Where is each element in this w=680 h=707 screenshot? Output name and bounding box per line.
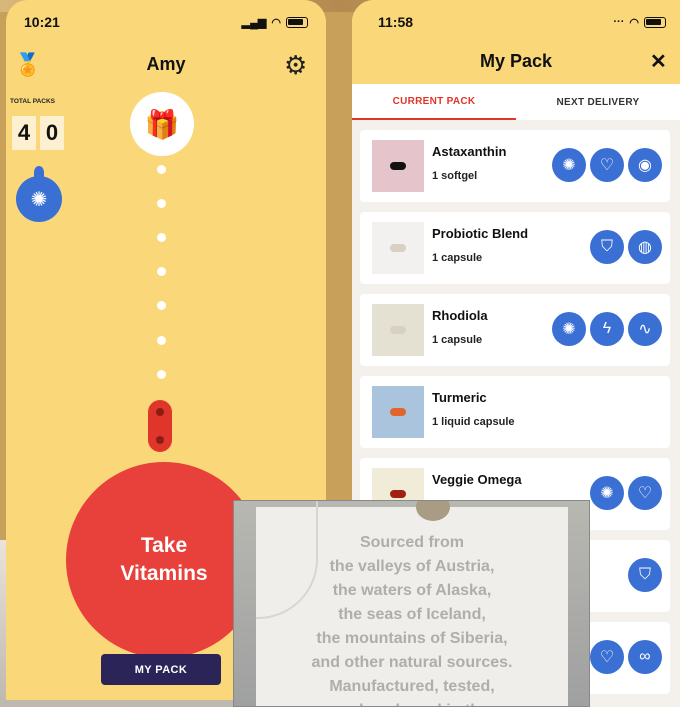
heart-icon[interactable]: ♡	[590, 148, 624, 182]
product-card[interactable]: Astaxanthin 1 softgel ✺ ♡ ◉	[360, 130, 670, 202]
brain-icon[interactable]: ✺	[590, 476, 624, 510]
product-card[interactable]: Turmeric 1 liquid capsule	[360, 376, 670, 448]
wifi-icon: ◠	[271, 16, 281, 29]
current-pill-marker	[148, 400, 172, 452]
product-thumbnail	[372, 140, 424, 192]
progress-dot	[157, 370, 166, 379]
progress-dot	[157, 233, 166, 242]
page-title: My Pack	[479, 51, 553, 71]
take-vitamins-label: Vitamins	[120, 562, 208, 585]
packaging-text-line: Manufactured, tested,	[329, 678, 495, 695]
packaging-text-line: and other natural sources.	[311, 654, 513, 671]
capsule-image	[390, 490, 406, 498]
product-name: Probiotic Blend	[432, 226, 529, 241]
total-packs-label: TOTAL PACKS	[10, 98, 56, 105]
brain-icon[interactable]: ✺	[552, 148, 586, 182]
apple-icon[interactable]: ◍	[628, 230, 662, 264]
tab-current-pack[interactable]: CURRENT PACK	[352, 84, 516, 120]
tab-bar: CURRENT PACK NEXT DELIVERY	[352, 84, 680, 120]
capsule-image	[390, 326, 406, 334]
product-name: Veggie Omega	[432, 472, 522, 487]
close-icon[interactable]: ✕	[650, 49, 667, 74]
packaging-text-line: Sourced from	[359, 534, 464, 551]
packaging-text-line: the valleys of Austria,	[329, 558, 495, 575]
eye-icon[interactable]: ◉	[628, 148, 662, 182]
packaging-text-line: the mountains of Siberia,	[316, 630, 508, 647]
status-time: 11:58	[378, 14, 414, 30]
product-thumbnail	[372, 386, 424, 438]
brain-icon[interactable]: ✺	[16, 166, 62, 222]
take-vitamins-label: Take	[140, 534, 188, 557]
my-pack-button[interactable]: MY PACK	[101, 654, 221, 685]
status-bar: 10:21 ▂▄▆ ◠	[6, 0, 326, 44]
gear-icon[interactable]: ⚙	[284, 50, 307, 81]
packaging-text: Sourced from the valleys of Austria, the w…	[256, 531, 568, 706]
tab-next-delivery[interactable]: NEXT DELIVERY	[516, 84, 680, 120]
packaging-text-line: and packaged in the	[256, 699, 568, 706]
progress-dot	[157, 165, 166, 174]
shield-icon[interactable]: ⛉	[628, 558, 662, 592]
signal-icon: ▂▄▆	[241, 16, 267, 29]
product-card[interactable]: Rhodiola 1 capsule ✺ ϟ ∿	[360, 294, 670, 366]
bone-icon[interactable]: ∞	[628, 640, 662, 674]
battery-icon	[286, 16, 308, 28]
product-thumbnail	[372, 222, 424, 274]
gift-icon[interactable]: 🎁	[130, 92, 194, 156]
product-dose: 1 liquid capsule	[432, 416, 515, 428]
product-name: Astaxanthin	[432, 144, 507, 159]
packaging-text-line: the seas of Iceland,	[338, 606, 486, 623]
heart-icon[interactable]: ♡	[590, 640, 624, 674]
shield-icon[interactable]: ⛉	[590, 230, 624, 264]
packaging-paper: Sourced from the valleys of Austria, the w…	[256, 501, 568, 706]
bolt-icon[interactable]: ϟ	[590, 312, 624, 346]
wave-icon[interactable]: ∿	[628, 312, 662, 346]
packaging-text-line: the waters of Alaska,	[332, 582, 492, 599]
product-name: Rhodiola	[432, 308, 488, 323]
box-notch	[416, 501, 450, 521]
status-bar: 11:58 ··· ◠	[352, 0, 680, 44]
capsule-image	[390, 408, 406, 416]
wifi-icon: ◠	[629, 16, 639, 29]
status-indicators: ▂▄▆ ◠	[242, 16, 308, 29]
product-thumbnail	[372, 304, 424, 356]
brain-icon[interactable]: ✺	[552, 312, 586, 346]
progress-dot	[157, 336, 166, 345]
product-dose: 1 softgel	[432, 170, 478, 182]
total-packs-digit: 4	[12, 116, 36, 150]
capsule-image	[390, 244, 406, 252]
product-dose: 1 capsule	[432, 334, 483, 346]
progress-dot	[157, 199, 166, 208]
capsule-image	[390, 162, 406, 170]
signal-icon: ···	[613, 16, 625, 28]
total-packs-digit: 0	[40, 116, 64, 150]
product-dose: 1 capsule	[432, 252, 483, 264]
product-card[interactable]: Probiotic Blend 1 capsule ⛉ ◍	[360, 212, 670, 284]
battery-icon	[644, 16, 666, 28]
product-name: Turmeric	[432, 390, 487, 405]
heart-icon[interactable]: ♡	[628, 476, 662, 510]
status-indicators: ··· ◠	[613, 16, 666, 29]
progress-dot	[157, 301, 166, 310]
user-name: Amy	[146, 54, 186, 74]
status-time: 10:21	[24, 14, 60, 30]
progress-dot	[157, 267, 166, 276]
packaging-photo: Sourced from the valleys of Austria, the w…	[233, 500, 590, 707]
